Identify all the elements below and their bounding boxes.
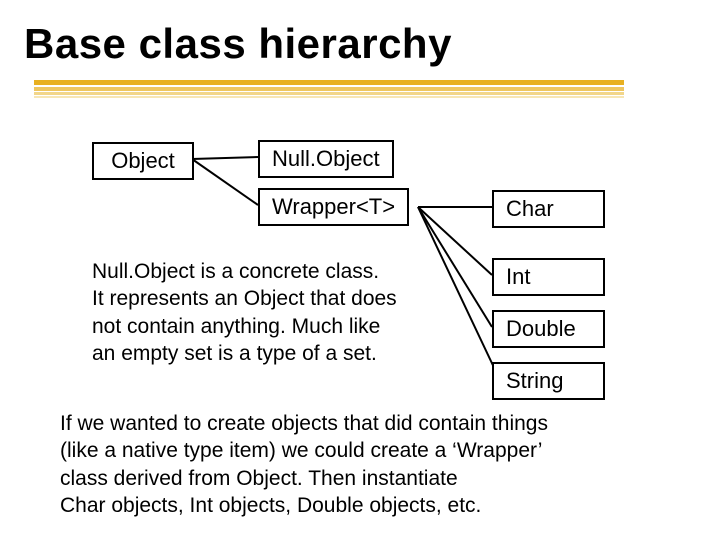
node-double: Double [492,310,605,348]
paragraph-nullobject: Null.Object is a concrete class. It repr… [92,258,472,367]
paragraph-wrapper: If we wanted to create objects that did … [60,410,670,519]
text-line: Char objects, Int objects, Double object… [60,494,481,517]
title-underline [34,80,624,102]
text-line: If we wanted to create objects that did … [60,412,548,435]
node-nullobject: Null.Object [258,140,394,178]
text-line: (like a native type item) we could creat… [60,439,542,462]
slide-title: Base class hierarchy [24,20,452,68]
node-wrapper: Wrapper<T> [258,188,409,226]
slide: Base class hierarchy Object Null.Object … [0,0,720,540]
text-line: class derived from Object. Then instanti… [60,467,458,490]
edge-object-nullobject [192,157,258,159]
text-line: It represents an Object that does [92,287,397,310]
edge-object-wrapper [192,159,258,205]
text-line: an empty set is a type of a set. [92,342,377,365]
text-line: not contain anything. Much like [92,315,380,338]
node-object: Object [92,142,194,180]
node-string: String [492,362,605,400]
text-line: Null.Object is a concrete class. [92,260,379,283]
node-int: Int [492,258,605,296]
node-char: Char [492,190,605,228]
